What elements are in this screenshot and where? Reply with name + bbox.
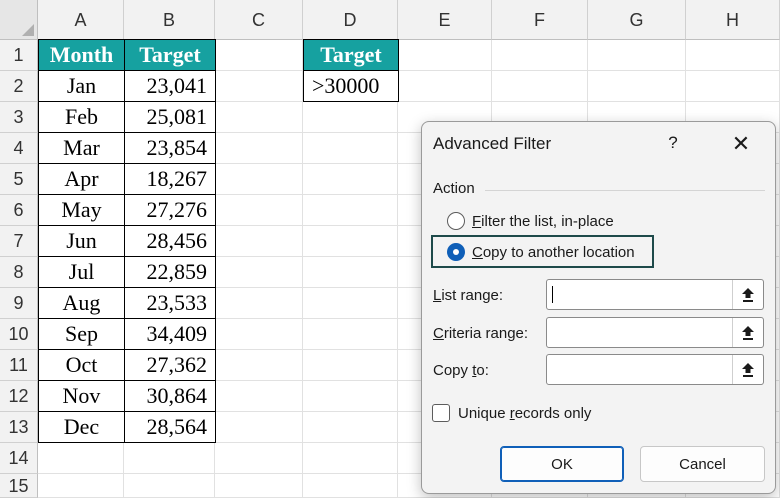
copy-to-label: Copy to: [433, 362, 489, 379]
select-all-triangle-icon [22, 24, 34, 36]
month-cell[interactable]: Jul [38, 256, 125, 288]
row-header-11[interactable]: 11 [0, 350, 38, 381]
criteria-value-cell[interactable]: >30000 [303, 70, 399, 102]
unique-records-option[interactable]: Unique records only [432, 404, 591, 422]
month-cell[interactable]: Sep [38, 318, 125, 350]
row-header-12[interactable]: 12 [0, 381, 38, 412]
month-cell[interactable]: Nov [38, 380, 125, 412]
range-collapse-icon [742, 287, 754, 302]
row-header-6[interactable]: 6 [0, 195, 38, 226]
target-cell[interactable]: 22,859 [124, 256, 216, 288]
target-cell[interactable]: 30,864 [124, 380, 216, 412]
target-cell[interactable]: 18,267 [124, 163, 216, 195]
column-header-g[interactable]: G [588, 0, 686, 40]
cancel-button[interactable]: Cancel [640, 446, 765, 482]
target-cell[interactable]: 27,276 [124, 194, 216, 226]
target-cell[interactable]: 27,362 [124, 349, 216, 381]
row-header-4[interactable]: 4 [0, 133, 38, 164]
month-cell[interactable]: Aug [38, 287, 125, 319]
row-header-3[interactable]: 3 [0, 102, 38, 133]
copy-to-location-radio[interactable] [447, 243, 465, 261]
criteria-range-collapse-button[interactable] [732, 318, 763, 347]
month-cell[interactable]: Dec [38, 411, 125, 443]
copy-to-input[interactable] [546, 354, 764, 385]
row-header-9[interactable]: 9 [0, 288, 38, 319]
range-collapse-icon [742, 325, 754, 340]
copy-to-location-option[interactable]: Copy to another location [447, 243, 635, 261]
gridline [397, 40, 398, 498]
copy-to-location-label: Copy to another location [472, 243, 635, 261]
target-cell[interactable]: 28,564 [124, 411, 216, 443]
text-caret [552, 286, 553, 303]
unique-records-checkbox[interactable] [432, 404, 450, 422]
column-header-h[interactable]: H [686, 0, 780, 40]
row-header-5[interactable]: 5 [0, 164, 38, 195]
range-collapse-icon [742, 362, 754, 377]
dialog-title: Advanced Filter [433, 134, 552, 153]
column-header-c[interactable]: C [215, 0, 303, 40]
header-cell-target[interactable]: Target [124, 39, 216, 71]
target-cell[interactable]: 23,041 [124, 70, 216, 102]
row-header-2[interactable]: 2 [0, 71, 38, 102]
criteria-range-input[interactable] [546, 317, 764, 348]
action-group-divider [485, 190, 765, 191]
column-header-d[interactable]: D [303, 0, 398, 40]
gridline [302, 40, 303, 498]
list-range-input[interactable] [546, 279, 764, 310]
close-button[interactable]: ✕ [726, 130, 756, 158]
filter-in-place-radio[interactable] [447, 212, 465, 230]
column-header-a[interactable]: A [38, 0, 124, 40]
month-cell[interactable]: Jan [38, 70, 125, 102]
action-group-label: Action [433, 180, 475, 197]
list-range-collapse-button[interactable] [732, 280, 763, 309]
row-header-14[interactable]: 14 [0, 443, 38, 474]
month-cell[interactable]: Oct [38, 349, 125, 381]
row-header-15[interactable]: 15 [0, 474, 38, 498]
criteria-header-cell[interactable]: Target [303, 39, 399, 71]
target-cell[interactable]: 25,081 [124, 101, 216, 133]
target-cell[interactable]: 28,456 [124, 225, 216, 257]
advanced-filter-dialog: Advanced Filter ? ✕ Action Filter the li… [421, 121, 776, 494]
target-cell[interactable]: 23,533 [124, 287, 216, 319]
unique-records-label: Unique records only [458, 404, 592, 422]
row-header-8[interactable]: 8 [0, 257, 38, 288]
filter-in-place-option[interactable]: Filter the list, in-place [447, 212, 614, 230]
target-cell[interactable]: 23,854 [124, 132, 216, 164]
month-cell[interactable]: Feb [38, 101, 125, 133]
ok-button[interactable]: OK [500, 446, 624, 482]
column-header-f[interactable]: F [492, 0, 588, 40]
row-header-13[interactable]: 13 [0, 412, 38, 443]
criteria-range-label: Criteria range: [433, 325, 529, 342]
row-header-10[interactable]: 10 [0, 319, 38, 350]
target-cell[interactable]: 34,409 [124, 318, 216, 350]
filter-in-place-label: Filter the list, in-place [472, 212, 614, 230]
column-header-e[interactable]: E [398, 0, 492, 40]
help-button[interactable]: ? [660, 130, 686, 156]
copy-to-collapse-button[interactable] [732, 355, 763, 384]
month-cell[interactable]: Apr [38, 163, 125, 195]
select-all-corner[interactable] [0, 0, 38, 40]
month-cell[interactable]: May [38, 194, 125, 226]
row-header-1[interactable]: 1 [0, 40, 38, 71]
column-header-b[interactable]: B [124, 0, 215, 40]
month-cell[interactable]: Jun [38, 225, 125, 257]
month-cell[interactable]: Mar [38, 132, 125, 164]
header-cell-month[interactable]: Month [38, 39, 125, 71]
list-range-label: List range: [433, 287, 504, 304]
row-header-7[interactable]: 7 [0, 226, 38, 257]
